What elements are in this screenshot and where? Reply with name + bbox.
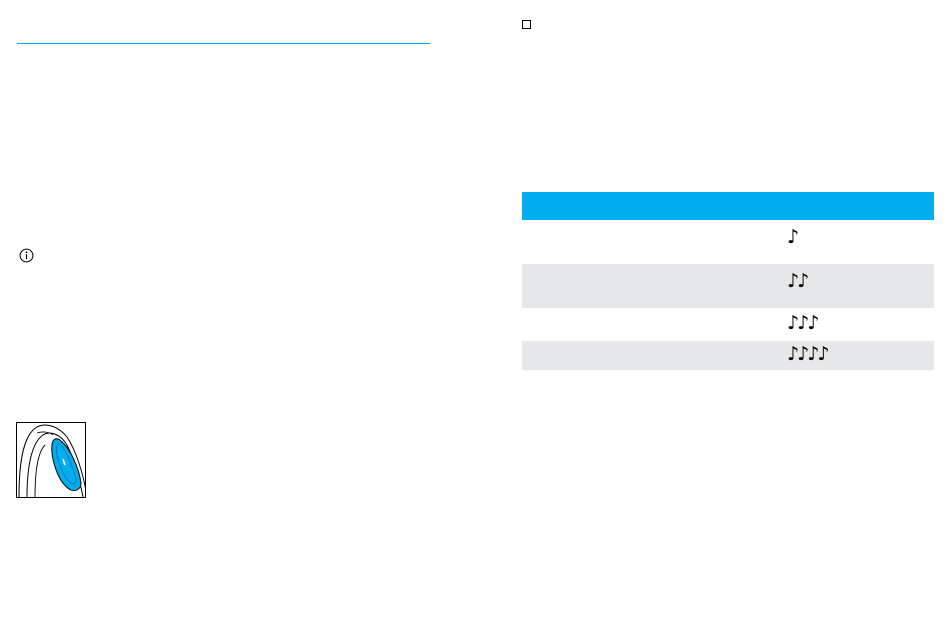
info-circle-icon [19,248,34,263]
checkbox-square-icon[interactable] [522,20,531,29]
table-row: ♪♪♪ [522,308,934,341]
tones-table: ♪ ♪♪ ♪♪♪ ♪♪♪♪ [522,192,934,370]
table-row: ♪♪ [522,264,934,308]
table-cell-label [522,308,772,341]
table-row: ♪ [522,220,934,264]
tone-indicator-4: ♪♪♪♪ [787,343,829,365]
tone-indicator-3: ♪♪♪ [787,312,819,334]
device-button-illustration [16,422,86,498]
table-row: ♪♪♪♪ [522,341,934,370]
table-cell-label [522,341,772,370]
section-divider-rule [17,43,430,44]
table-cell-label [522,264,772,308]
tone-indicator-1: ♪ [787,226,799,248]
tone-indicator-2: ♪♪ [787,270,809,292]
table-header-row [522,192,934,220]
table-cell-label [522,220,772,264]
